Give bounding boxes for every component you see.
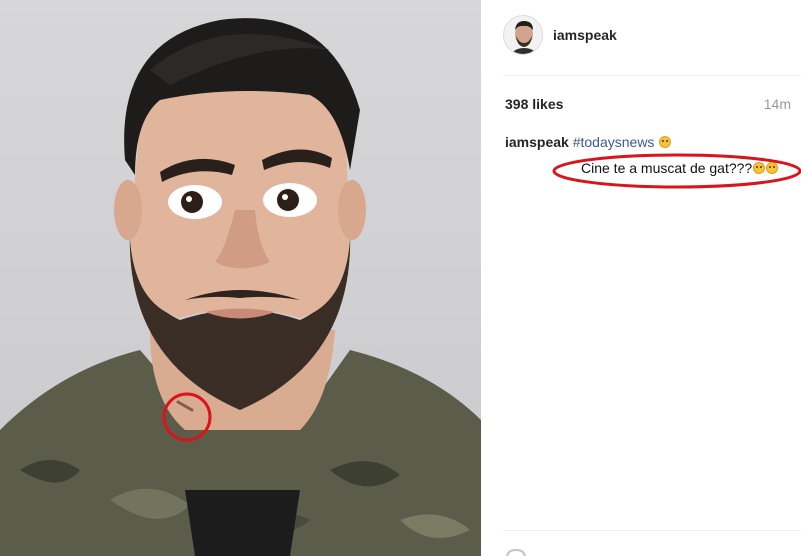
post-header: iamspeak [503, 15, 617, 55]
instagram-post-view: iamspeak 398 likes 14m iamspeak #todaysn… [0, 0, 801, 556]
likes-row: 398 likes 14m [505, 96, 791, 112]
likes-count[interactable]: 398 likes [505, 96, 563, 112]
avatar-icon[interactable] [503, 15, 543, 55]
avatar-image [504, 16, 542, 54]
comment-text: Cine te a muscat de gat??? [581, 160, 753, 176]
post-time[interactable]: 14m [764, 96, 791, 112]
caption-hashtag[interactable]: #todaysnews [573, 134, 655, 150]
portrait-illustration [0, 18, 481, 556]
grinning-face-emoji-icon [753, 162, 766, 174]
caption-username[interactable]: iamspeak [505, 134, 569, 150]
comment: Cine te a muscat de gat??? [551, 150, 801, 192]
comment-bubble-icon[interactable] [505, 548, 527, 556]
grinning-face-emoji-icon [766, 162, 779, 174]
flushed-face-emoji-icon [659, 136, 672, 148]
post-username[interactable]: iamspeak [553, 27, 617, 43]
post-photo[interactable] [0, 0, 481, 556]
post-side-panel: iamspeak 398 likes 14m iamspeak #todaysn… [481, 0, 801, 556]
footer-divider [503, 530, 801, 531]
post-caption: iamspeak #todaysnews [505, 134, 672, 150]
comment-body: Cine te a muscat de gat??? [581, 160, 779, 176]
header-divider [503, 75, 801, 76]
